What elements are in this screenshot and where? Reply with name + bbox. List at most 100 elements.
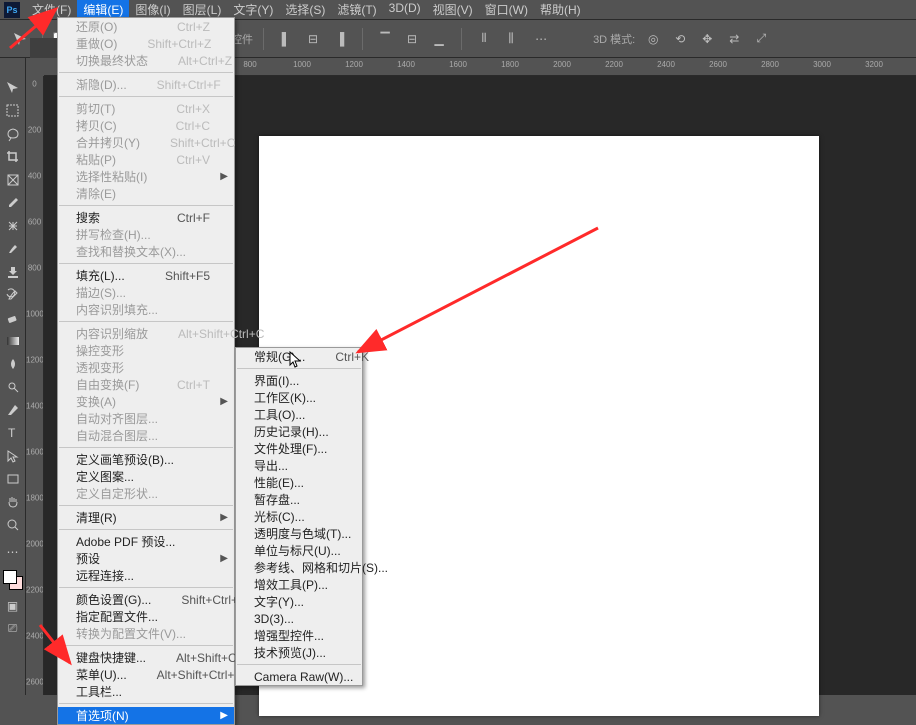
menubar-item[interactable]: 文字(Y) bbox=[227, 0, 279, 20]
marquee-tool-icon[interactable] bbox=[1, 100, 25, 122]
menu-item[interactable]: 远程连接... bbox=[58, 567, 234, 584]
menu-item[interactable]: 单位与标尺(U)... bbox=[236, 542, 362, 559]
stamp-tool-icon[interactable] bbox=[1, 261, 25, 283]
distribute-v-icon[interactable]: ⫼ bbox=[499, 27, 523, 51]
align-centers-h-icon[interactable]: ⊟ bbox=[301, 27, 325, 51]
foreground-swatch[interactable] bbox=[3, 570, 17, 584]
align-bottom-edges-icon[interactable]: ▁ bbox=[427, 27, 451, 51]
eraser-tool-icon[interactable] bbox=[1, 307, 25, 329]
3d-scale-icon[interactable]: ⤢ bbox=[749, 27, 773, 51]
menu-item[interactable]: 文件处理(F)... bbox=[236, 440, 362, 457]
menu-item-shortcut: Ctrl+C bbox=[176, 119, 210, 133]
menubar-item[interactable]: 视图(V) bbox=[427, 0, 479, 20]
3d-roll-icon[interactable]: ⟲ bbox=[668, 27, 692, 51]
menu-item[interactable]: 历史记录(H)... bbox=[236, 423, 362, 440]
menu-item-label: 搜索 bbox=[76, 209, 147, 226]
menu-item[interactable]: 定义图案... bbox=[58, 468, 234, 485]
menu-item-label: 首选项(N) bbox=[76, 707, 210, 724]
frame-tool-icon[interactable] bbox=[1, 169, 25, 191]
screen-mode-icon[interactable]: ⎚ bbox=[2, 618, 24, 638]
ruler-mark: 2000 bbox=[553, 60, 571, 69]
submenu-arrow-icon: ▶ bbox=[220, 553, 228, 564]
menu-item[interactable]: 定义画笔预设(B)... bbox=[58, 451, 234, 468]
align-top-edges-icon[interactable]: ▔ bbox=[373, 27, 397, 51]
menu-item: 合并拷贝(Y)Shift+Ctrl+C bbox=[58, 134, 234, 151]
menu-separator bbox=[59, 703, 233, 704]
zoom-tool-icon[interactable] bbox=[1, 514, 25, 536]
menu-item[interactable]: 工具栏... bbox=[58, 683, 234, 700]
menubar-item[interactable]: 3D(D) bbox=[383, 0, 427, 20]
menu-item[interactable]: 清理(R)▶ bbox=[58, 509, 234, 526]
history-brush-tool-icon[interactable] bbox=[1, 284, 25, 306]
menu-item[interactable]: 技术预览(J)... bbox=[236, 644, 362, 661]
hand-tool-icon[interactable] bbox=[1, 491, 25, 513]
menu-item[interactable]: 搜索Ctrl+F bbox=[58, 209, 234, 226]
ruler-mark: 200 bbox=[26, 126, 43, 135]
menu-item[interactable]: 工作区(K)... bbox=[236, 389, 362, 406]
ruler-mark: 800 bbox=[26, 264, 43, 273]
menu-item[interactable]: 首选项(N)▶ bbox=[58, 707, 234, 724]
menu-item-label: 描边(S)... bbox=[76, 284, 210, 301]
menubar-item[interactable]: 选择(S) bbox=[279, 0, 331, 20]
menu-item[interactable]: 常规(G)...Ctrl+K bbox=[236, 348, 362, 365]
menu-item-label: 3D(3)... bbox=[254, 612, 338, 626]
menu-item[interactable]: 文字(Y)... bbox=[236, 593, 362, 610]
menubar-item[interactable]: 滤镜(T) bbox=[331, 0, 382, 20]
brush-tool-icon[interactable] bbox=[1, 238, 25, 260]
menu-item-label: 常规(G)... bbox=[254, 348, 305, 365]
menu-item[interactable]: 键盘快捷键...Alt+Shift+Ctrl+K bbox=[58, 649, 234, 666]
menubar-item[interactable]: 帮助(H) bbox=[534, 0, 587, 20]
align-left-edges-icon[interactable]: ▌ bbox=[274, 27, 298, 51]
align-centers-v-icon[interactable]: ⊟ bbox=[400, 27, 424, 51]
path-select-tool-icon[interactable] bbox=[1, 445, 25, 467]
menu-item[interactable]: 光标(C)... bbox=[236, 508, 362, 525]
menu-item[interactable]: 预设▶ bbox=[58, 550, 234, 567]
menu-item-label: 远程连接... bbox=[76, 567, 210, 584]
move-tool-icon[interactable] bbox=[1, 77, 25, 99]
healing-tool-icon[interactable] bbox=[1, 215, 25, 237]
menu-item[interactable]: 指定配置文件... bbox=[58, 608, 234, 625]
menu-item[interactable]: 增强型控件... bbox=[236, 627, 362, 644]
menu-item-label: 文件处理(F)... bbox=[254, 440, 338, 457]
menu-item[interactable]: 界面(I)... bbox=[236, 372, 362, 389]
distribute-h-icon[interactable]: ⫴ bbox=[472, 27, 496, 51]
menu-item[interactable]: Camera Raw(W)... bbox=[236, 668, 362, 685]
eyedropper-tool-icon[interactable] bbox=[1, 192, 25, 214]
menu-item[interactable]: 性能(E)... bbox=[236, 474, 362, 491]
menu-item[interactable]: 暂存盘... bbox=[236, 491, 362, 508]
menu-item[interactable]: 颜色设置(G)...Shift+Ctrl+K bbox=[58, 591, 234, 608]
vertical-ruler: 0200400600800100012001400160018002000220… bbox=[26, 76, 44, 695]
menubar-item[interactable]: 窗口(W) bbox=[479, 0, 534, 20]
menu-item-label: 还原(O) bbox=[76, 18, 147, 35]
blur-tool-icon[interactable] bbox=[1, 353, 25, 375]
color-swatches[interactable] bbox=[3, 570, 23, 590]
menu-item-shortcut: Shift+Ctrl+F bbox=[157, 78, 221, 92]
menu-item[interactable]: 导出... bbox=[236, 457, 362, 474]
more-options-icon[interactable]: ⋯ bbox=[529, 27, 553, 51]
3d-slide-icon[interactable]: ⇄ bbox=[722, 27, 746, 51]
pen-tool-icon[interactable] bbox=[1, 399, 25, 421]
menu-item[interactable]: 工具(O)... bbox=[236, 406, 362, 423]
menu-item[interactable]: 参考线、网格和切片(S)... bbox=[236, 559, 362, 576]
menu-item[interactable]: 填充(L)...Shift+F5 bbox=[58, 267, 234, 284]
quick-mask-icon[interactable]: ▣ bbox=[2, 596, 24, 616]
crop-tool-icon[interactable] bbox=[1, 146, 25, 168]
menu-item: 清除(E) bbox=[58, 185, 234, 202]
separator bbox=[362, 28, 363, 50]
menu-item[interactable]: 增效工具(P)... bbox=[236, 576, 362, 593]
dodge-tool-icon[interactable] bbox=[1, 376, 25, 398]
more-tools-icon[interactable]: ⋯ bbox=[2, 540, 24, 564]
menu-item[interactable]: 菜单(U)...Alt+Shift+Ctrl+M bbox=[58, 666, 234, 683]
rectangle-tool-icon[interactable] bbox=[1, 468, 25, 490]
3d-orbit-icon[interactable]: ◎ bbox=[641, 27, 665, 51]
menu-separator bbox=[59, 447, 233, 448]
type-tool-icon[interactable]: T bbox=[1, 422, 25, 444]
lasso-tool-icon[interactable] bbox=[1, 123, 25, 145]
menu-item: 描边(S)... bbox=[58, 284, 234, 301]
3d-pan-icon[interactable]: ✥ bbox=[695, 27, 719, 51]
menu-item[interactable]: 透明度与色域(T)... bbox=[236, 525, 362, 542]
menu-item[interactable]: Adobe PDF 预设... bbox=[58, 533, 234, 550]
menu-item[interactable]: 3D(3)... bbox=[236, 610, 362, 627]
gradient-tool-icon[interactable] bbox=[1, 330, 25, 352]
align-right-edges-icon[interactable]: ▐ bbox=[328, 27, 352, 51]
